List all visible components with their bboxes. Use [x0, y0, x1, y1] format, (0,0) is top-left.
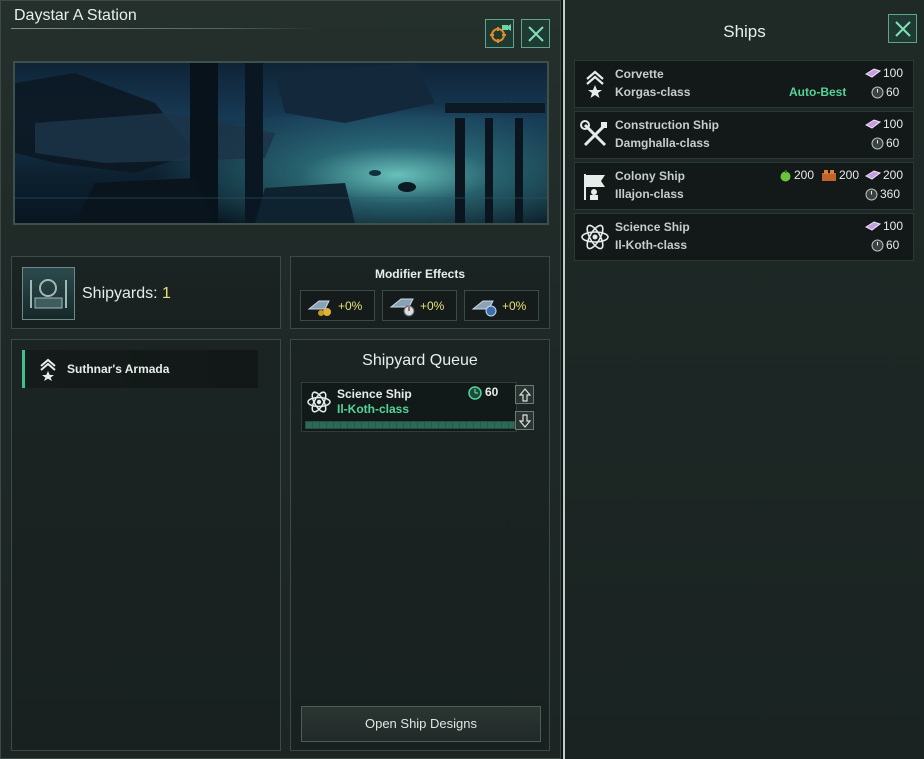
ship-option-science[interactable]: Science Ship Il-Koth-class 100 60: [574, 213, 914, 261]
ship-class: Il-Koth-class: [615, 238, 688, 252]
shipyards-label: Shipyards: 1: [82, 285, 171, 303]
close-station-button[interactable]: [521, 19, 550, 48]
ships-window: Ships Corvette Korgas-class Auto-Best 10…: [563, 0, 924, 759]
alloys-cost-value: 100: [883, 117, 904, 131]
build-time: 60: [871, 136, 899, 150]
modifier-build-cost-value: +0%: [338, 298, 363, 313]
station-window: Daystar A Station Shipyards: 1 Modifier …: [0, 0, 561, 759]
alloys-cost: 100: [865, 219, 903, 233]
build-speed-icon: [389, 298, 415, 316]
fleet-item[interactable]: Suthnar's Armada: [22, 350, 258, 388]
clock-icon: [865, 188, 878, 200]
arrow-up-icon: [518, 387, 531, 402]
close-ships-button[interactable]: [888, 14, 917, 43]
alloys-cost-value: 100: [883, 66, 904, 80]
food-cost-value: 200: [794, 168, 815, 182]
build-time: 60: [871, 238, 899, 252]
atom-icon: [307, 391, 331, 413]
alloys-icon: [865, 170, 881, 180]
clock-icon: [468, 386, 482, 400]
alloys-cost-value: 200: [883, 168, 904, 182]
build-cost-icon: [307, 300, 331, 316]
station-banner-image: [13, 61, 549, 225]
ship-name: Corvette: [615, 67, 664, 81]
queue-item-class: Il-Koth-class: [337, 402, 410, 416]
ship-class: Illajon-class: [615, 187, 684, 201]
queue-item-name: Science Ship: [337, 387, 412, 401]
station-title: Daystar A Station: [14, 7, 137, 24]
close-icon: [894, 20, 911, 37]
fleets-panel: Suthnar's Armada: [11, 339, 281, 751]
shipyards-panel: Shipyards: 1: [11, 256, 281, 329]
modifier-build-speed[interactable]: +0%: [382, 290, 457, 321]
modifier-build-time[interactable]: +0%: [464, 290, 539, 321]
consumer-goods-icon: [822, 169, 836, 181]
locate-station-button[interactable]: [485, 19, 514, 48]
build-time-value: 60: [886, 238, 900, 252]
alloys-icon: [865, 119, 881, 129]
food-cost: 200: [779, 168, 814, 182]
queue-item[interactable]: Science Ship Il-Koth-class 60: [301, 382, 517, 432]
build-time: 60: [871, 85, 899, 99]
modifier-effects-title: Modifier Effects: [374, 267, 465, 281]
fleet-name: Suthnar's Armada: [67, 362, 170, 376]
fleet-rank-icon: [40, 358, 56, 381]
build-time-icon: [471, 300, 497, 316]
corvette-rank-icon: [586, 70, 604, 98]
open-ship-designs-button[interactable]: Open Ship Designs: [301, 706, 541, 742]
consumer-goods-cost-value: 200: [839, 168, 860, 182]
alloys-cost: 200: [865, 168, 903, 182]
ship-option-colony[interactable]: Colony Ship Illajon-class 200 200 200 36…: [574, 162, 914, 210]
modifier-effects-panel: Modifier Effects +0% +0% +0%: [290, 256, 550, 329]
shipyards-count: 1: [162, 285, 171, 302]
alloys-cost: 100: [865, 66, 903, 80]
shipyard-queue-panel: Shipyard Queue Science Ship Il-Koth-clas…: [290, 339, 550, 751]
wrench-tools-icon: [580, 120, 607, 147]
shipyard-queue-title: Shipyard Queue: [362, 352, 478, 369]
queue-item-time: 60: [485, 385, 499, 399]
clock-icon: [871, 137, 884, 149]
camera-target-icon: [489, 23, 511, 43]
shipyards-label-text: Shipyards:: [82, 285, 158, 302]
shipyard-icon: [22, 267, 75, 320]
title-divider: [11, 28, 316, 29]
auto-best-tag: Auto-Best: [789, 85, 847, 99]
colony-flag-icon: [584, 174, 605, 200]
alloys-icon: [865, 68, 881, 78]
ship-option-construction[interactable]: Construction Ship Damghalla-class 100 60: [574, 111, 914, 159]
ship-class: Korgas-class: [615, 85, 691, 99]
clock-icon: [871, 239, 884, 251]
ships-title: Ships: [723, 22, 766, 41]
food-icon: [780, 169, 791, 181]
alloys-cost-value: 100: [883, 219, 904, 233]
arrow-down-icon: [518, 413, 531, 428]
build-time: 360: [865, 187, 900, 201]
build-time-value: 60: [886, 136, 900, 150]
build-time-value: 60: [886, 85, 900, 99]
queue-progress-bar: [305, 421, 515, 429]
close-icon: [527, 25, 544, 42]
ship-name: Colony Ship: [615, 169, 685, 183]
clock-icon: [871, 86, 884, 98]
atom-icon: [581, 224, 609, 250]
modifier-build-speed-value: +0%: [420, 298, 445, 313]
modifier-build-time-value: +0%: [502, 298, 527, 313]
build-time-value: 360: [880, 187, 901, 201]
modifier-build-cost[interactable]: +0%: [300, 290, 375, 321]
ship-name: Construction Ship: [615, 118, 719, 132]
alloys-cost: 100: [865, 117, 903, 131]
move-down-button[interactable]: [515, 411, 534, 430]
consumer-goods-cost: 200: [821, 168, 859, 182]
ship-class: Damghalla-class: [615, 136, 710, 150]
alloys-icon: [865, 221, 881, 231]
ship-option-corvette[interactable]: Corvette Korgas-class Auto-Best 100 60: [574, 60, 914, 108]
ship-name: Science Ship: [615, 220, 690, 234]
move-up-button[interactable]: [515, 385, 534, 404]
